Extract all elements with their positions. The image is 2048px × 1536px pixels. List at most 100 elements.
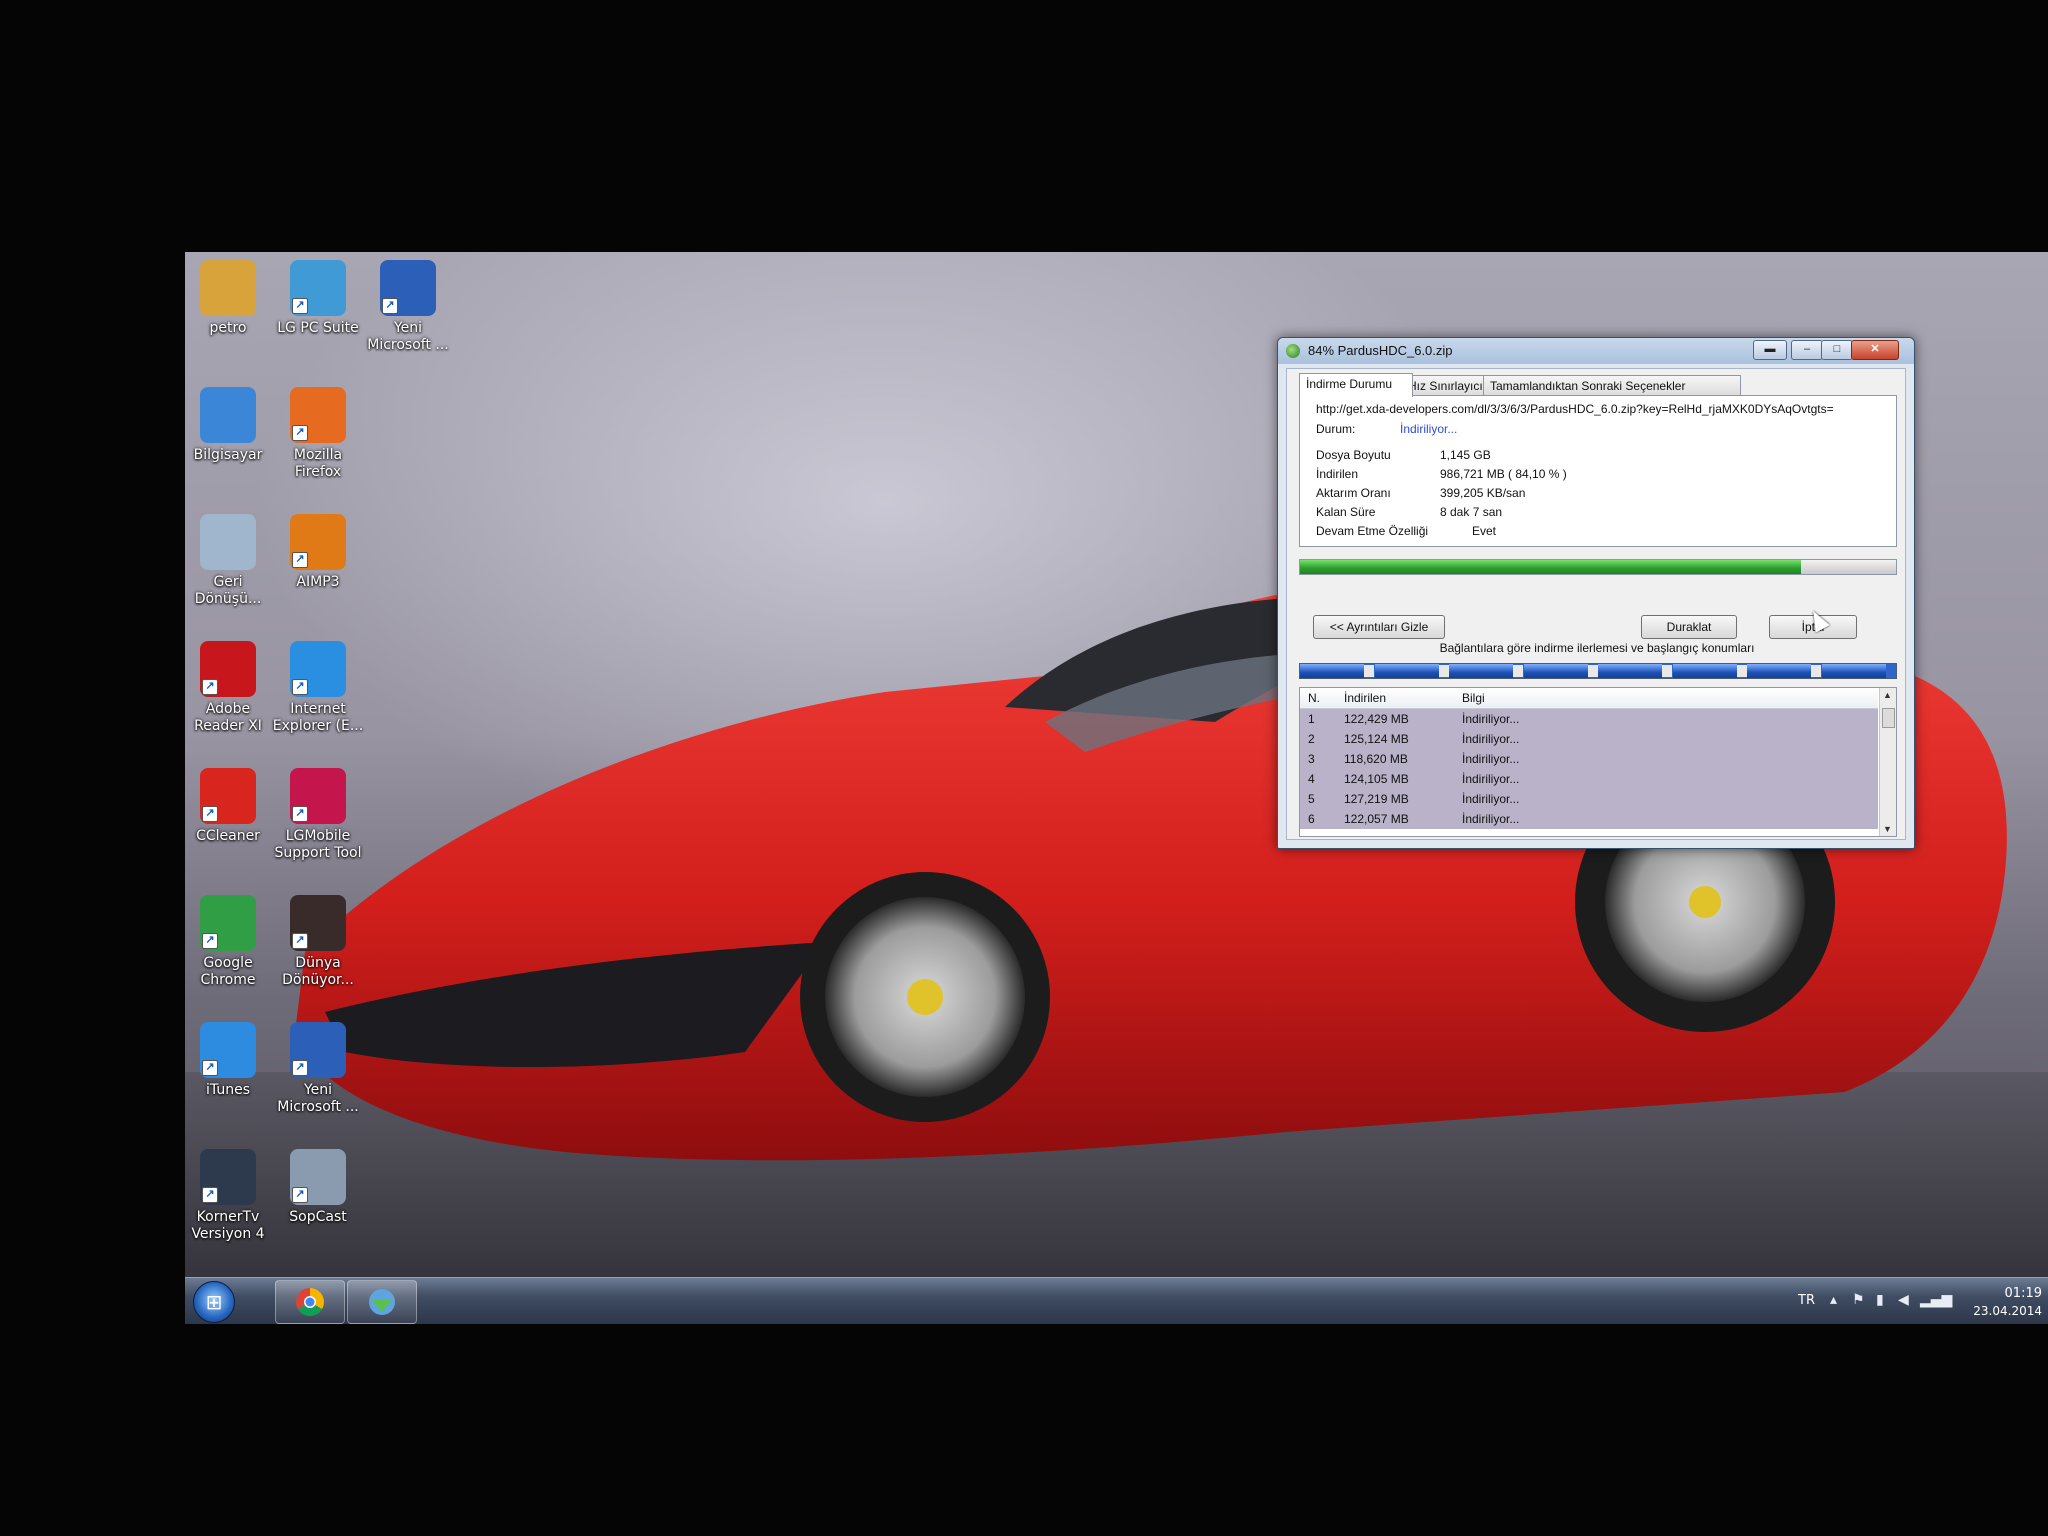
vertical-scrollbar[interactable]: ▲ ▼ <box>1879 688 1896 836</box>
taskbar-chrome-button[interactable] <box>275 1280 345 1324</box>
volume-icon[interactable]: ◀ <box>1898 1292 1909 1308</box>
desktop-icon[interactable]: ↗ AIMP3 <box>272 514 364 591</box>
table-row[interactable]: 1 122,429 MB İndiriliyor... <box>1300 709 1878 729</box>
connection-segment <box>1747 664 1812 678</box>
window-extra-button[interactable]: ▬ <box>1753 340 1787 360</box>
connection-number: 5 <box>1308 792 1315 806</box>
desktop-icon[interactable]: ↗ Dünya Dönüyor... <box>272 895 364 989</box>
connection-segment <box>1598 664 1663 678</box>
connection-info: İndiriliyor... <box>1462 792 1520 806</box>
desktop-icon[interactable]: ↗ Internet Explorer (E... <box>272 641 364 735</box>
minimize-button[interactable]: – <box>1791 340 1823 360</box>
clock-date[interactable]: 23.04.2014 <box>1973 1304 2042 1318</box>
desktop-icon[interactable]: Geri Dönüşü... <box>185 514 274 608</box>
status-value: İndiriliyor... <box>1400 422 1458 436</box>
connections-table[interactable]: N. İndirilen Bilgi 1 122,429 MB İndiriliyo… <box>1299 687 1897 837</box>
lg-pc-suite-icon: ↗ <box>290 260 346 316</box>
action-center-flag-icon[interactable]: ⚑ <box>1852 1292 1865 1308</box>
connection-info: İndiriliyor... <box>1462 812 1520 826</box>
desktop-icon[interactable]: Bilgisayar <box>185 387 274 464</box>
downloaded-value: 986,721 MB ( 84,10 % ) <box>1440 467 1567 481</box>
maximize-button[interactable]: □ <box>1821 340 1853 360</box>
taskbar-download-manager-button[interactable] <box>347 1280 417 1324</box>
column-downloaded[interactable]: İndirilen <box>1344 691 1386 705</box>
shortcut-arrow-icon: ↗ <box>292 425 308 441</box>
language-indicator[interactable]: TR <box>1798 1293 1815 1308</box>
pause-button[interactable]: Duraklat <box>1641 615 1737 639</box>
scrollbar-thumb[interactable] <box>1882 708 1895 728</box>
tab-options-on-completion[interactable]: Tamamlandıktan Sonraki Seçenekler <box>1483 375 1741 396</box>
downloaded-label: İndirilen <box>1316 467 1359 481</box>
download-progress-bar <box>1299 559 1897 575</box>
close-button[interactable]: ✕ <box>1851 340 1899 360</box>
column-info[interactable]: Bilgi <box>1462 691 1485 705</box>
desktop-icon-label: Mozilla Firefox <box>293 447 343 480</box>
hide-details-button[interactable]: << Ayrıntıları Gizle <box>1313 615 1445 639</box>
table-row[interactable]: 3 118,620 MB İndiriliyor... <box>1300 749 1878 769</box>
transfer-rate-value: 399,205 KB/san <box>1440 486 1526 500</box>
show-hidden-icons-icon[interactable]: ▴ <box>1830 1292 1837 1308</box>
shortcut-arrow-icon: ↗ <box>202 933 218 949</box>
shortcut-arrow-icon: ↗ <box>292 1060 308 1076</box>
tab-speed-limiter[interactable]: Hız Sınırlayıcı <box>1401 375 1495 396</box>
desktop-icon[interactable]: ↗ Google Chrome <box>185 895 274 989</box>
desktop-icon[interactable]: ↗ LG PC Suite <box>272 260 364 337</box>
shortcut-arrow-icon: ↗ <box>292 679 308 695</box>
desktop-icon[interactable]: ↗ iTunes <box>185 1022 274 1099</box>
desktop-icon-label: LG PC Suite <box>277 320 359 336</box>
adobe-reader-icon: ↗ <box>200 641 256 697</box>
lg-mobile-icon: ↗ <box>290 768 346 824</box>
network-signal-icon[interactable]: ▂▄▆ <box>1920 1292 1952 1308</box>
transfer-rate-label: Aktarım Oranı <box>1316 486 1391 500</box>
connection-downloaded: 122,057 MB <box>1344 812 1409 826</box>
table-row[interactable]: 6 122,057 MB İndiriliyor... <box>1300 809 1878 829</box>
table-row[interactable]: 4 124,105 MB İndiriliyor... <box>1300 769 1878 789</box>
desktop-icon-label: Yeni Microsoft ... <box>367 320 449 353</box>
connection-segment <box>1300 664 1365 678</box>
download-info-panel: http://get.xda-developers.com/dl/3/3/6/3… <box>1299 395 1897 547</box>
column-number[interactable]: N. <box>1308 691 1320 705</box>
desktop-icon[interactable]: ↗ SopCast <box>272 1149 364 1226</box>
connection-number: 2 <box>1308 732 1315 746</box>
download-manager-icon <box>369 1289 395 1315</box>
internet-explorer-icon: ↗ <box>290 641 346 697</box>
desktop-icon[interactable]: ↗ CCleaner <box>185 768 274 845</box>
clock-time[interactable]: 01:19 <box>2005 1286 2042 1301</box>
desktop-icon-label: Dünya Dönüyor... <box>282 955 354 988</box>
tab-download-status[interactable]: İndirme Durumu <box>1299 373 1413 397</box>
table-row[interactable]: 2 125,124 MB İndiriliyor... <box>1300 729 1878 749</box>
desktop-icon[interactable]: ↗ Yeni Microsoft ... <box>272 1022 364 1116</box>
scroll-up-icon[interactable]: ▲ <box>1883 690 1892 700</box>
download-progress-window[interactable]: 84% PardusHDC_6.0.zip ▬ – □ ✕ İndirme Du… <box>1277 337 1915 849</box>
connection-segment <box>1523 664 1588 678</box>
battery-icon[interactable]: ▮ <box>1876 1292 1884 1308</box>
connection-segment <box>1374 664 1439 678</box>
desktop-icon[interactable]: ↗ Mozilla Firefox <box>272 387 364 481</box>
connection-info: İndiriliyor... <box>1462 732 1520 746</box>
word-document-icon: ↗ <box>290 1022 346 1078</box>
connection-info: İndiriliyor... <box>1462 752 1520 766</box>
desktop-icon-label: Google Chrome <box>200 955 256 988</box>
window-titlebar[interactable]: 84% PardusHDC_6.0.zip ▬ – □ ✕ <box>1278 338 1914 364</box>
desktop-icon-label: LGMobile Support Tool <box>274 828 362 861</box>
desktop-icon[interactable]: ↗ Yeni Microsoft ... <box>362 260 454 354</box>
download-manager-icon <box>1286 344 1300 358</box>
shortcut-arrow-icon: ↗ <box>292 1187 308 1203</box>
desktop-icon[interactable]: ↗ LGMobile Support Tool <box>272 768 364 862</box>
desktop-icon[interactable]: ↗ KornerTv Versiyon 4 <box>185 1149 274 1243</box>
shortcut-arrow-icon: ↗ <box>382 298 398 314</box>
segment-gap <box>1811 665 1822 677</box>
desktop-icon[interactable]: petro <box>185 260 274 337</box>
scroll-down-icon[interactable]: ▼ <box>1883 824 1892 834</box>
firefox-icon: ↗ <box>290 387 346 443</box>
segment-gap <box>1587 665 1598 677</box>
chrome-icon <box>296 1288 324 1316</box>
chrome-icon: ↗ <box>200 895 256 951</box>
shortcut-arrow-icon: ↗ <box>292 806 308 822</box>
desktop-icon-label: AIMP3 <box>296 574 340 590</box>
desktop-icon[interactable]: ↗ Adobe Reader XI <box>185 641 274 735</box>
start-button[interactable]: ⊞ <box>193 1281 235 1323</box>
table-row[interactable]: 5 127,219 MB İndiriliyor... <box>1300 789 1878 809</box>
shortcut-arrow-icon: ↗ <box>202 1187 218 1203</box>
connection-downloaded: 124,105 MB <box>1344 772 1409 786</box>
